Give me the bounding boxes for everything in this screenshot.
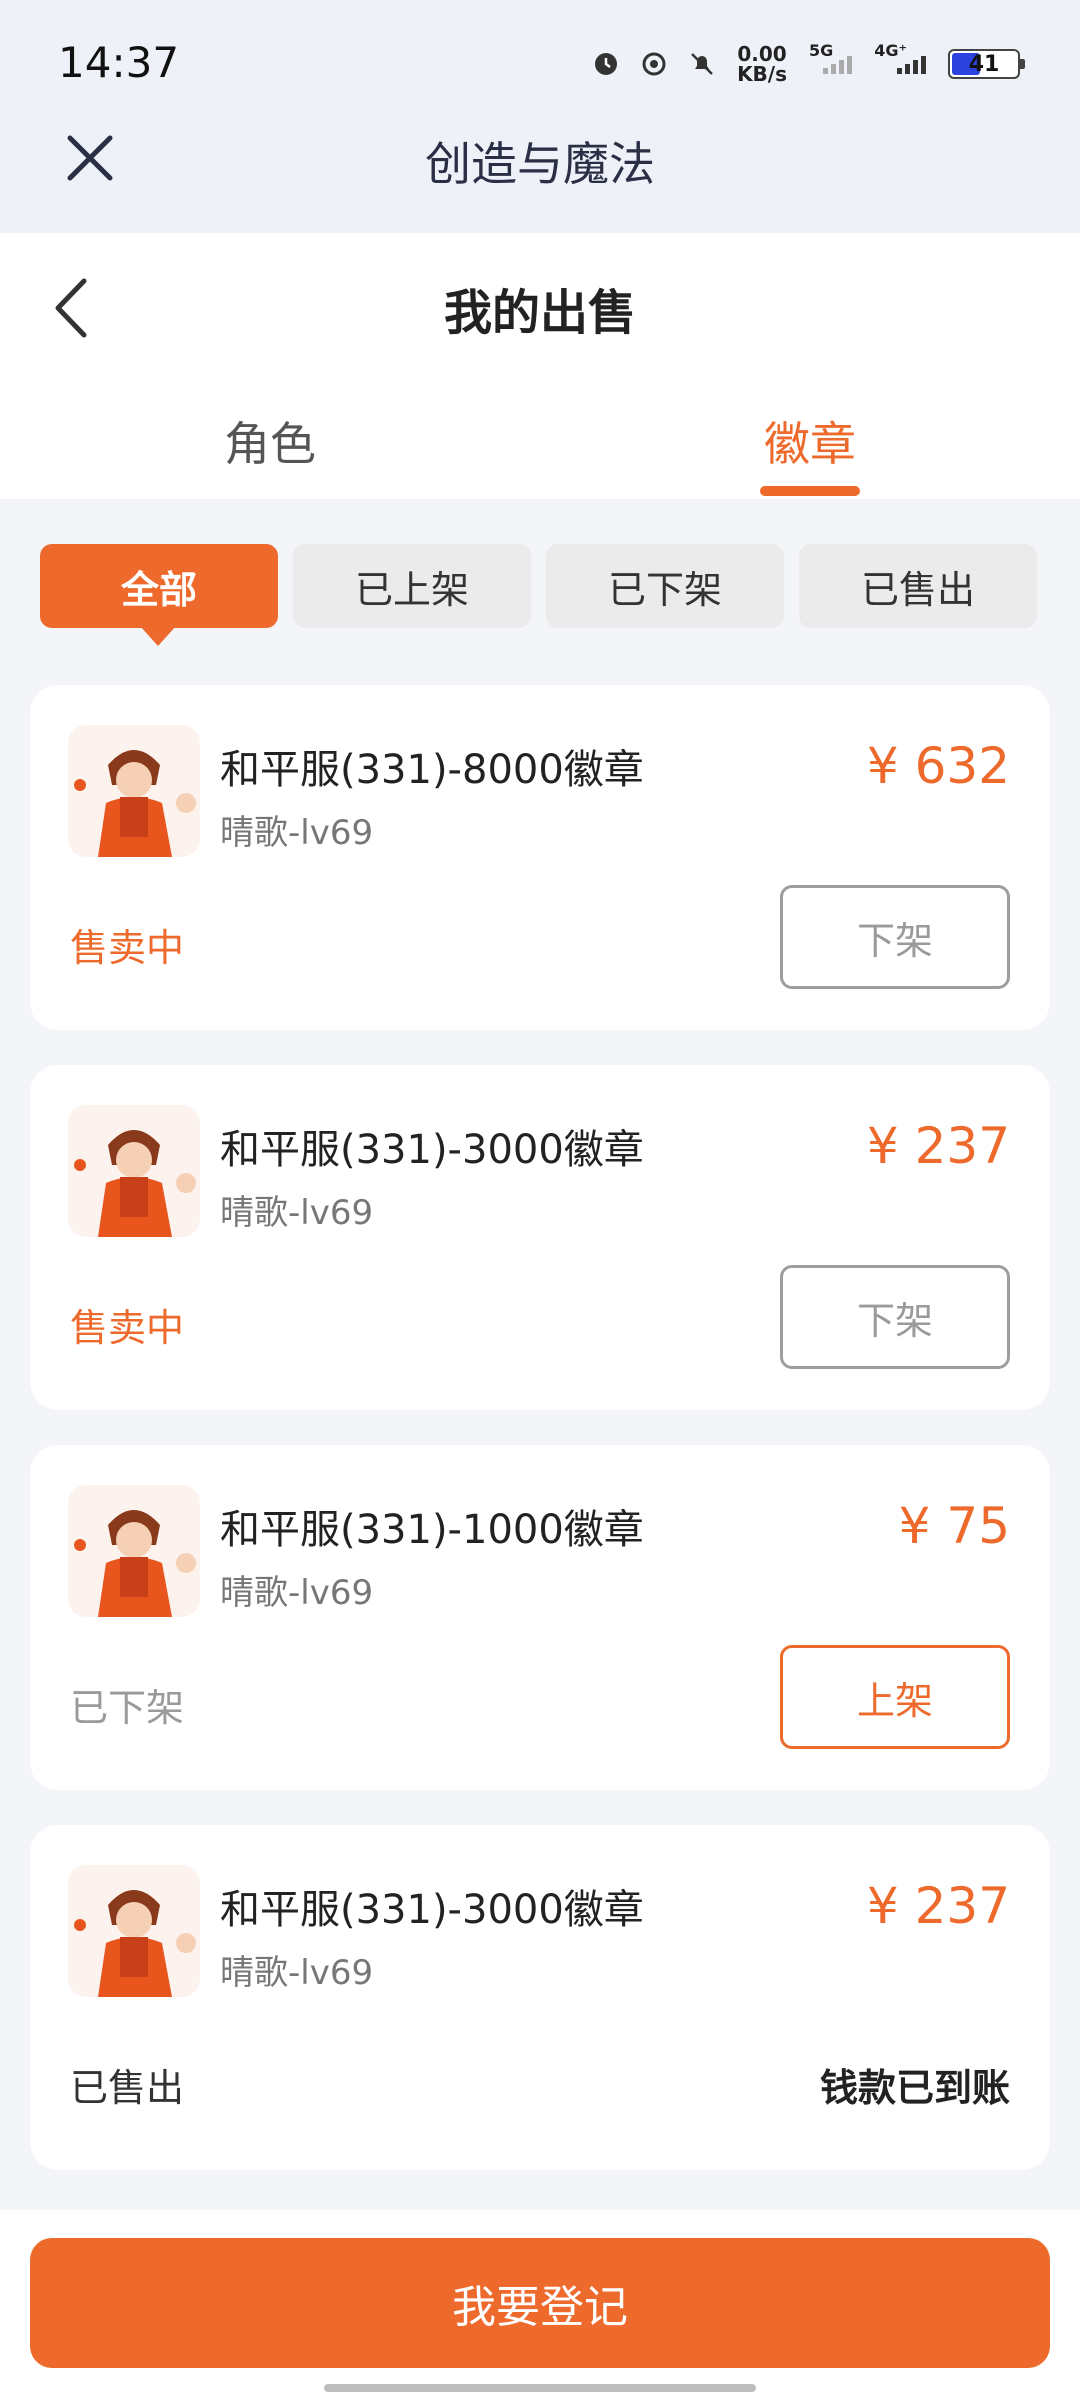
listing-card[interactable]: 和平服(331)-3000徽章 晴歌-lv69 ¥ 237 已售出 钱款已到账 <box>30 1825 1050 2170</box>
tab-badge[interactable]: 徽章 <box>660 408 960 474</box>
item-title: 和平服(331)-1000徽章 <box>220 1507 644 1553</box>
item-price: ¥ 237 <box>866 1877 1010 1935</box>
home-indicator[interactable] <box>324 2384 756 2392</box>
page-header: 我的出售 角色 徽章 <box>0 233 1080 499</box>
bottom-bar: 我要登记 <box>0 2210 1080 2400</box>
item-title: 和平服(331)-8000徽章 <box>220 747 644 793</box>
battery-level: 41 <box>968 51 1000 77</box>
filter-delisted[interactable]: 已下架 <box>546 544 784 628</box>
delist-button[interactable]: 下架 <box>780 1265 1010 1369</box>
filter-all[interactable]: 全部 <box>40 544 278 646</box>
item-title: 和平服(331)-3000徽章 <box>220 1887 644 1933</box>
item-seller: 晴歌-lv69 <box>220 1573 374 1613</box>
item-status: 已下架 <box>70 1686 185 1730</box>
signal-4g-icon: 4G⁺ <box>874 41 926 74</box>
item-seller: 晴歌-lv69 <box>220 1953 374 1993</box>
item-status: 售卖中 <box>70 926 185 970</box>
signal-5g-icon: 5G <box>809 41 853 74</box>
item-price: ¥ 632 <box>866 737 1010 795</box>
delist-button[interactable]: 下架 <box>780 885 1010 989</box>
net-speed-value: 0.00 <box>737 42 787 66</box>
item-avatar <box>68 1485 200 1617</box>
item-avatar <box>68 1105 200 1237</box>
tab-role[interactable]: 角色 <box>120 408 420 474</box>
item-status: 售卖中 <box>70 1306 185 1350</box>
signal-4g-label: 4G⁺ <box>874 41 907 60</box>
payment-received-text: 钱款已到账 <box>819 2066 1010 2110</box>
item-title: 和平服(331)-3000徽章 <box>220 1127 644 1173</box>
relist-button[interactable]: 上架 <box>780 1645 1010 1749</box>
listing-card[interactable]: 和平服(331)-1000徽章 晴歌-lv69 ¥ 75 已下架 上架 <box>30 1445 1050 1790</box>
item-avatar <box>68 725 200 857</box>
item-price: ¥ 75 <box>898 1497 1010 1555</box>
net-speed-unit: KB/s <box>737 62 788 86</box>
data-saver-icon <box>642 52 666 76</box>
app-title: 创造与魔法 <box>425 137 655 191</box>
item-status: 已售出 <box>70 2066 185 2110</box>
status-time: 14:37 <box>58 38 180 87</box>
status-icons: 0.00 KB/s 5G 4G⁺ 41 <box>593 41 1025 84</box>
alarm-icon <box>595 53 618 75</box>
item-price: ¥ 237 <box>866 1117 1010 1175</box>
listing-card[interactable]: 和平服(331)-8000徽章 晴歌-lv69 ¥ 632 售卖中 下架 <box>30 685 1050 1030</box>
filter-bar: 全部 已上架 已下架 已售出 <box>40 544 1037 646</box>
mute-icon <box>691 53 713 75</box>
item-avatar <box>68 1865 200 1997</box>
tab-active-indicator <box>760 486 860 496</box>
item-seller: 晴歌-lv69 <box>220 1193 374 1233</box>
signal-5g-label: 5G <box>809 41 834 60</box>
register-button[interactable]: 我要登记 <box>30 2238 1050 2368</box>
page-title: 我的出售 <box>443 285 636 341</box>
battery-icon: 41 <box>948 49 1025 79</box>
top-bar: 14:37 0.00 KB/s 5G 4G⁺ 41 创造与魔法 <box>0 0 1080 233</box>
net-speed: 0.00 KB/s <box>737 44 787 84</box>
listing-card[interactable]: 和平服(331)-3000徽章 晴歌-lv69 ¥ 237 售卖中 下架 <box>30 1065 1050 1410</box>
filter-sold[interactable]: 已售出 <box>799 544 1037 628</box>
item-seller: 晴歌-lv69 <box>220 813 374 853</box>
filter-listed[interactable]: 已上架 <box>293 544 531 628</box>
